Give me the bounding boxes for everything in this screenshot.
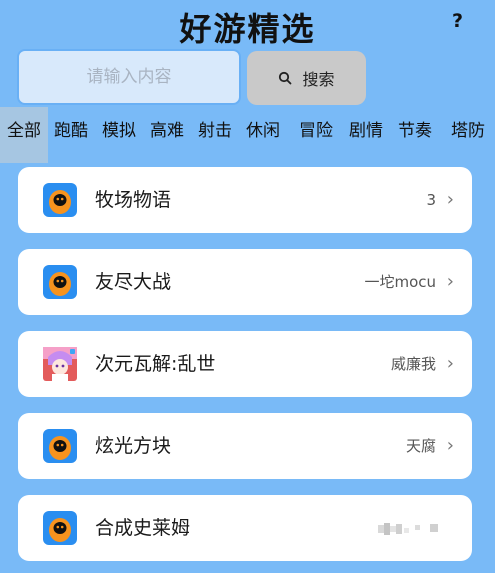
- tab-all[interactable]: 全部: [0, 107, 48, 163]
- tab-hard[interactable]: 高难: [147, 107, 187, 163]
- help-button[interactable]: ?: [452, 10, 463, 32]
- search-input[interactable]: [17, 49, 241, 105]
- tab-story[interactable]: 剧情: [346, 107, 386, 163]
- game-name: 友尽大战: [95, 271, 172, 293]
- game-name: 次元瓦解:乱世: [95, 353, 216, 375]
- tab-shooting[interactable]: 射击: [195, 107, 235, 163]
- search-button[interactable]: 搜索: [247, 51, 366, 105]
- orange-mascot-icon: [43, 429, 77, 463]
- tab-parkour[interactable]: 跑酷: [51, 107, 91, 163]
- game-card[interactable]: 次元瓦解:乱世 威廉我 ›: [18, 331, 472, 397]
- chevron-right-icon: ›: [446, 189, 454, 210]
- search-button-label: 搜索: [302, 70, 335, 89]
- tab-adventure[interactable]: 冒险: [296, 107, 336, 163]
- game-meta: 天腐: [405, 437, 436, 455]
- chevron-right-icon: ›: [446, 435, 454, 456]
- game-name: 牧场物语: [95, 189, 172, 211]
- game-card[interactable]: 合成史莱姆: [18, 495, 472, 561]
- game-meta: 威廉我: [390, 355, 436, 373]
- orange-mascot-icon: [43, 511, 77, 545]
- tab-rhythm[interactable]: 节奏: [395, 107, 435, 163]
- tab-casual[interactable]: 休闲: [243, 107, 283, 163]
- chevron-right-icon: ›: [446, 271, 454, 292]
- game-meta: 3: [426, 191, 436, 209]
- game-card[interactable]: 炫光方块 天腐 ›: [18, 413, 472, 479]
- game-card[interactable]: 友尽大战 一坨mocu ›: [18, 249, 472, 315]
- game-meta-blurred: [378, 495, 442, 561]
- orange-mascot-icon: [43, 183, 77, 217]
- game-name: 合成史莱姆: [95, 517, 191, 539]
- chevron-right-icon: ›: [446, 353, 454, 374]
- game-meta: 一坨mocu: [364, 273, 436, 291]
- game-name: 炫光方块: [95, 435, 172, 457]
- category-tabs: 全部 跑酷 模拟 高难 射击 休闲 冒险 剧情 节奏 塔防: [0, 107, 495, 163]
- tab-tower-defense[interactable]: 塔防: [448, 107, 488, 163]
- game-card[interactable]: 牧场物语 3 ›: [18, 167, 472, 233]
- pixelated-author: [378, 522, 438, 535]
- anime-character-icon: [43, 347, 77, 381]
- search-icon: [279, 71, 292, 85]
- orange-mascot-icon: [43, 265, 77, 299]
- page-title: 好游精选: [179, 10, 316, 48]
- tab-simulation[interactable]: 模拟: [99, 107, 139, 163]
